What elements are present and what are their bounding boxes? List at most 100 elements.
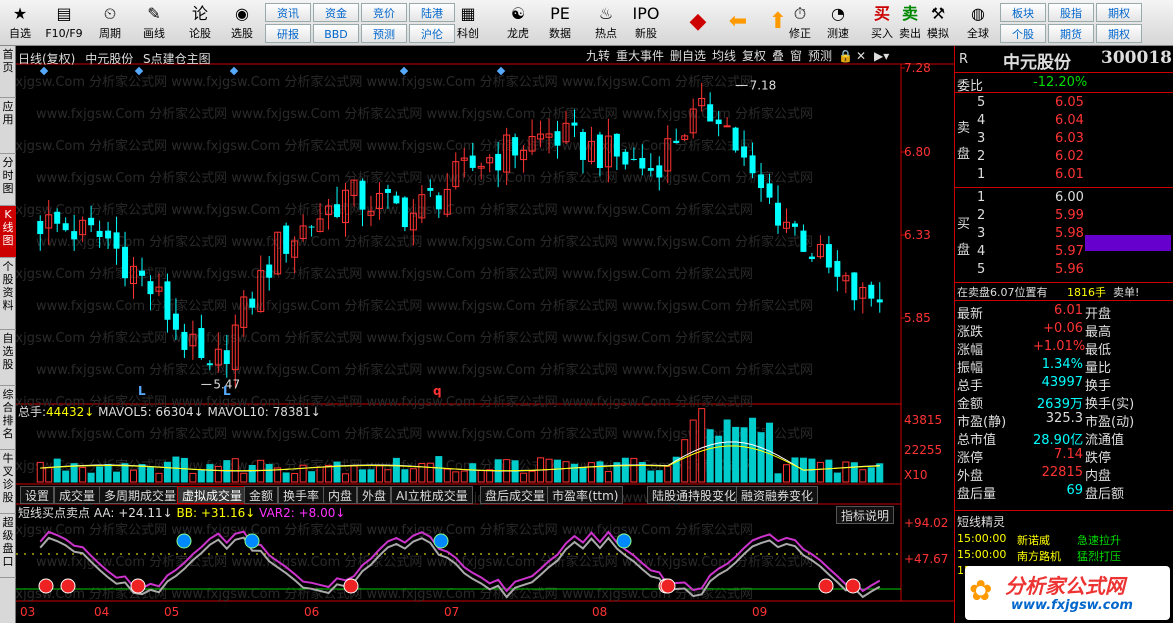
brand-logo: ✿ 分析家公式网 www.fxjgsw.com bbox=[965, 566, 1170, 620]
indicator-tab-6[interactable]: 内盘 bbox=[323, 486, 358, 504]
nav-icon[interactable]: ◆ bbox=[680, 2, 716, 44]
toolbar-button-15[interactable]: ⚒ 模拟 bbox=[918, 2, 958, 44]
indicator-tab-8[interactable]: AI立桩成交量 bbox=[391, 486, 473, 504]
close-icon[interactable]: ✕ bbox=[856, 48, 866, 64]
candle-body bbox=[249, 298, 256, 308]
toolbar-button-2[interactable]: ⏲ 周期 bbox=[90, 2, 130, 44]
sell-order-text: 卖单! bbox=[1113, 286, 1140, 299]
chart-tab-7[interactable]: 预测 bbox=[808, 48, 832, 64]
toolbar-button-label: 周期 bbox=[99, 27, 121, 40]
indicator-tab-0[interactable]: 设置 bbox=[20, 486, 55, 504]
menu-arrow-icon[interactable]: ▶▾ bbox=[874, 48, 889, 64]
indicator-tab-2[interactable]: 多周期成交量 bbox=[99, 486, 182, 504]
toolbar-button-1[interactable]: ▤ F10/F9 bbox=[44, 2, 84, 44]
toolbar-button-0[interactable]: ★ 自选 bbox=[0, 2, 40, 44]
toolbar-button-7[interactable]: ☯ 龙虎 bbox=[498, 2, 538, 44]
indicator-tab-7[interactable]: 外盘 bbox=[357, 486, 392, 504]
chart-tab-6[interactable]: 窗 bbox=[790, 48, 802, 64]
chart-tab-5[interactable]: 叠 bbox=[772, 48, 784, 64]
toolbar-tag-8[interactable]: 板块 bbox=[1000, 3, 1046, 22]
kline-chart-area[interactable]: www.fxjgsw.Com 分析家公式网 www.fxjgsw.Com 分析家… bbox=[16, 46, 954, 623]
volume-bar bbox=[163, 461, 171, 483]
toolbar-button-8[interactable]: PE 数据 bbox=[540, 2, 580, 44]
left-tab-2[interactable]: 分时图 bbox=[0, 154, 16, 206]
toolbar-tag-0[interactable]: 资讯 bbox=[265, 3, 311, 22]
chart-tab-1[interactable]: 重大事件 bbox=[616, 48, 664, 64]
toolbar-button-4[interactable]: 论论股 bbox=[180, 2, 220, 44]
indicator-tab-12[interactable]: 融资融券变化 bbox=[736, 486, 819, 504]
indicator-tab-1[interactable]: 成交量 bbox=[54, 486, 101, 504]
left-tab-4[interactable]: 个股资料 bbox=[0, 258, 16, 330]
toolbar-button-5[interactable]: ◉ 选股 bbox=[222, 2, 262, 44]
volume-bar bbox=[596, 461, 604, 483]
ipo-icon: IPO bbox=[632, 4, 660, 23]
indicator-tab-11[interactable]: 陆股通持股变化 bbox=[647, 486, 742, 504]
volume-bar bbox=[749, 417, 757, 483]
toolbar-tag-13[interactable]: 期权 bbox=[1096, 24, 1142, 43]
left-tab-5[interactable]: 自选股 bbox=[0, 330, 16, 386]
toolbar-button-10[interactable]: IPO 新股 bbox=[626, 2, 666, 44]
indicator-tab-9[interactable]: 盘后成交量 bbox=[480, 486, 551, 504]
toolbar-button-label: 论股 bbox=[189, 27, 211, 40]
left-tab-8[interactable]: 超级盘口 bbox=[0, 514, 16, 578]
chart-canvas: www.fxjgsw.Com 分析家公式网 www.fxjgsw.Com 分析家… bbox=[16, 61, 954, 619]
stat-value: 69 bbox=[1066, 483, 1083, 498]
volume-bar bbox=[833, 472, 841, 483]
indicator-help-button[interactable]: 指标说明 bbox=[836, 506, 895, 524]
discuss-icon: 论 bbox=[191, 4, 208, 23]
indicator-tab-5[interactable]: 换手率 bbox=[278, 486, 325, 504]
toolbar-tag-4[interactable]: 研报 bbox=[265, 24, 311, 43]
chart-tab-3[interactable]: 均线 bbox=[712, 48, 736, 64]
toolbar-tag-3[interactable]: 陆港 bbox=[409, 3, 455, 22]
volume-bar bbox=[265, 464, 273, 483]
volume-bar bbox=[155, 472, 163, 483]
candle-body bbox=[656, 165, 663, 178]
left-tab-0[interactable]: 首页 bbox=[0, 46, 16, 98]
stat-value: 1.34% bbox=[1041, 357, 1083, 372]
ask-price: 6.03 bbox=[1055, 131, 1084, 146]
toolbar-tag-12[interactable]: 期货 bbox=[1048, 24, 1094, 43]
chart-tab-2[interactable]: 删自选 bbox=[670, 48, 706, 64]
stat-label: 总市值 bbox=[957, 433, 997, 448]
candle-body bbox=[401, 197, 408, 228]
stat-label: 涨停 bbox=[957, 451, 984, 466]
divider bbox=[955, 187, 1173, 188]
sell-signal-icon bbox=[244, 533, 260, 549]
up-arrow-icon[interactable]: ⬆ bbox=[760, 2, 796, 44]
volume-bar bbox=[732, 426, 740, 483]
left-tab-6[interactable]: 综合排名 bbox=[0, 386, 16, 450]
toolbar-tag-9[interactable]: 股指 bbox=[1048, 3, 1094, 22]
clock-icon: ⏲ bbox=[103, 4, 117, 23]
toolbar-tag-10[interactable]: 期权 bbox=[1096, 3, 1142, 22]
volume-bar bbox=[740, 427, 748, 483]
price-axis-label: 7.28 bbox=[904, 61, 931, 75]
toolbar-tag-2[interactable]: 竞价 bbox=[361, 3, 407, 22]
left-tab-7[interactable]: 牛叉诊股 bbox=[0, 450, 16, 514]
chart-tab-0[interactable]: 九转 bbox=[586, 48, 610, 64]
toolbar-button-16[interactable]: ◍ 全球 bbox=[958, 2, 998, 44]
chart-tab-4[interactable]: 复权 bbox=[742, 48, 766, 64]
toolbar-tag-6[interactable]: 预测 bbox=[361, 24, 407, 43]
stat-label-2: 盘后额 bbox=[1085, 487, 1125, 502]
volume-bar bbox=[172, 456, 180, 483]
toolbar-button-12[interactable]: ◔ 测速 bbox=[818, 2, 858, 44]
dragon-icon: ☯ bbox=[510, 4, 526, 23]
toolbar-tag-7[interactable]: 沪伦 bbox=[409, 24, 455, 43]
indicator-tab-10[interactable]: 市盈率(ttm) bbox=[547, 486, 624, 504]
back-arrow-icon[interactable]: ⬅ bbox=[720, 2, 756, 44]
ask-price: 6.01 bbox=[1055, 167, 1084, 182]
ask-level: 2 bbox=[977, 149, 986, 164]
indicator-tab-4[interactable]: 金额 bbox=[244, 486, 279, 504]
toolbar-button-9[interactable]: ♨ 热点 bbox=[586, 2, 626, 44]
toolbar-button-3[interactable]: ✎ 画线 bbox=[134, 2, 174, 44]
lock-icon[interactable]: 🔒 bbox=[838, 48, 853, 64]
toolbar-tag-5[interactable]: BBD bbox=[313, 24, 359, 43]
toolbar-tag-11[interactable]: 个股 bbox=[1000, 24, 1046, 43]
indicator-tab-3[interactable]: 虚拟成交量 bbox=[177, 486, 248, 504]
stat-label: 振幅 bbox=[957, 361, 984, 376]
toolbar-tag-1[interactable]: 资金 bbox=[313, 3, 359, 22]
volume-bar bbox=[325, 464, 333, 483]
bid-level: 4 bbox=[977, 244, 986, 259]
left-tab-1[interactable]: 应用 bbox=[0, 98, 16, 154]
left-tab-3[interactable]: K线图 bbox=[0, 206, 16, 258]
